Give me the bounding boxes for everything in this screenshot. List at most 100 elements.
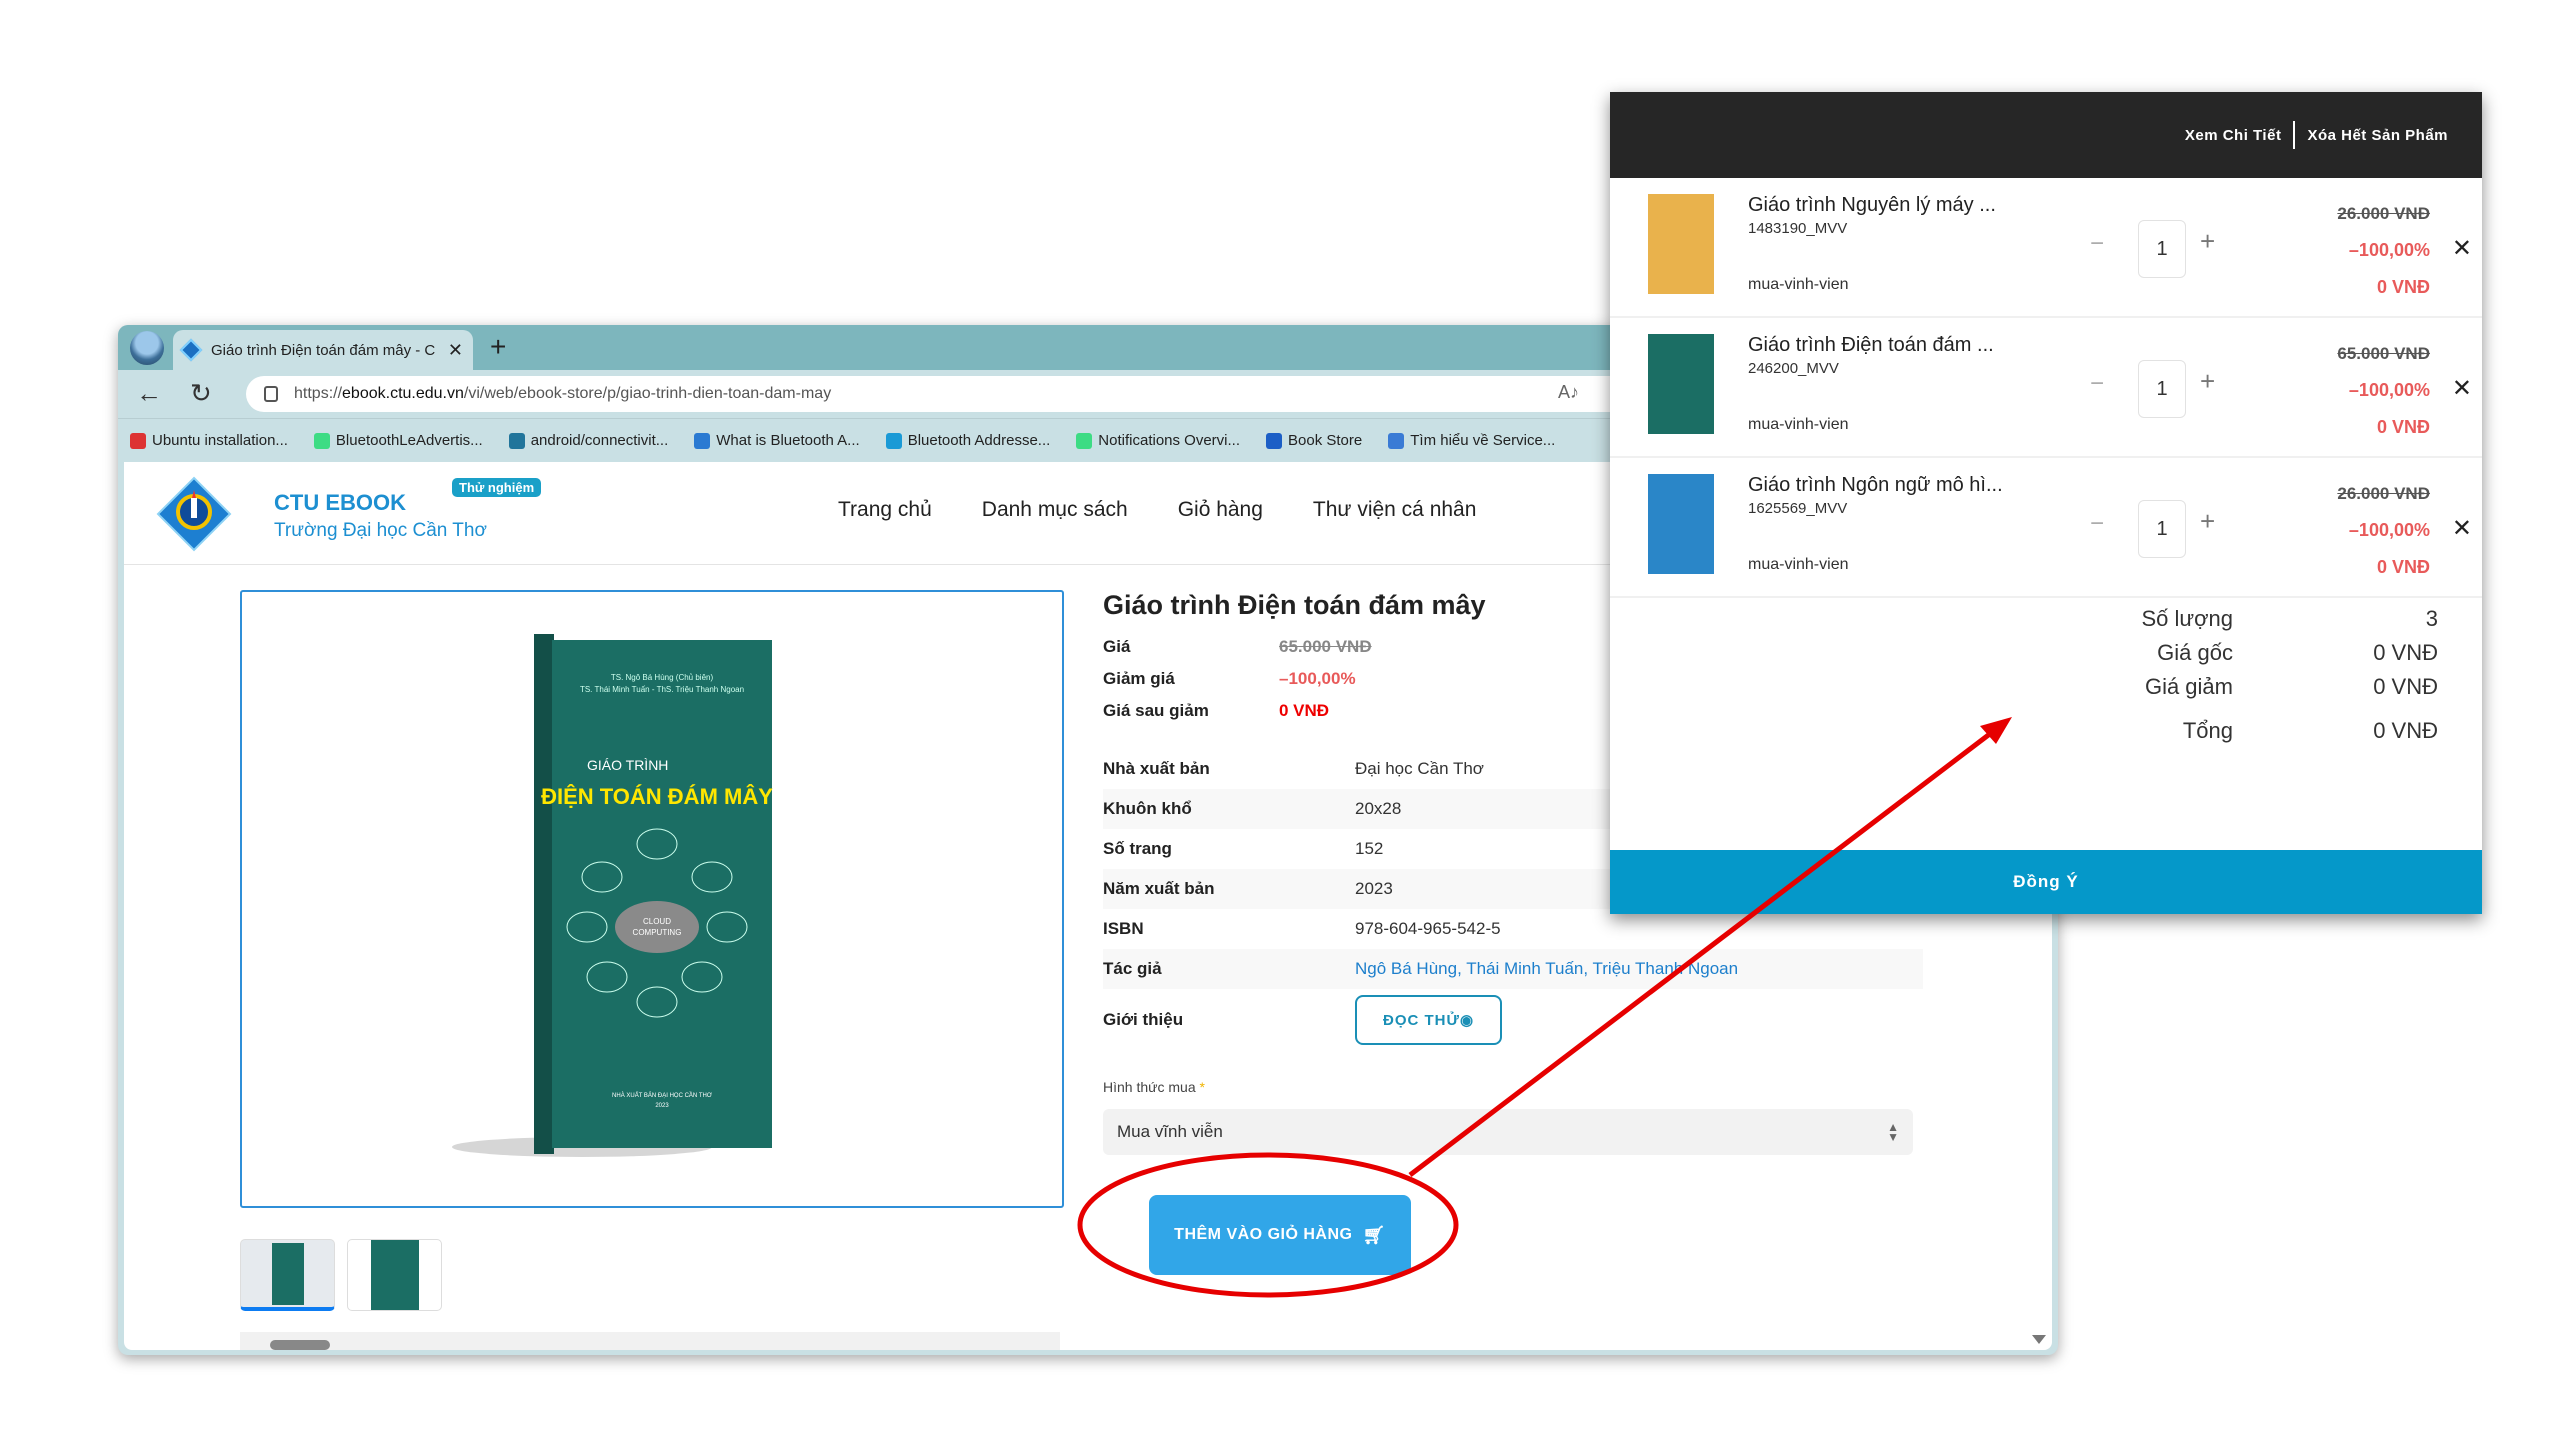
- tab-title: Giáo trình Điện toán đám mây - C: [211, 341, 436, 359]
- svg-text:COMPUTING: COMPUTING: [633, 928, 682, 937]
- bookmark-item[interactable]: Notifications Overvi...: [1076, 432, 1240, 449]
- price-label: Giá: [1103, 637, 1131, 656]
- book-cover-image: TS. Ngô Bá Hùng (Chủ biên) TS. Thái Minh…: [452, 634, 773, 1157]
- decrease-qty-button[interactable]: −: [2090, 370, 2104, 398]
- nav-cart[interactable]: Giỏ hàng: [1178, 498, 1263, 522]
- remove-item-icon[interactable]: ✕: [2452, 234, 2472, 263]
- bookmark-item[interactable]: What is Bluetooth A...: [694, 432, 860, 449]
- brand[interactable]: CTU EBOOK Trường Đại học Cần Thơ: [274, 490, 487, 542]
- bookmark-label: Notifications Overvi...: [1098, 432, 1241, 449]
- quantity-input[interactable]: 1: [2138, 360, 2186, 418]
- bookmark-label: What is Bluetooth A...: [716, 432, 860, 449]
- selected-option: Mua vĩnh viễn: [1117, 1122, 1223, 1141]
- summary-key: Số lượng: [2141, 606, 2233, 631]
- author-link[interactable]: Ngô Bá Hùng, Thái Minh Tuấn, Triệu Thanh…: [1355, 959, 1738, 979]
- clear-all-link[interactable]: Xóa Hết Sản Phẩm: [2307, 127, 2448, 144]
- novelbits-icon: [885, 432, 902, 449]
- remove-item-icon[interactable]: ✕: [2452, 514, 2472, 543]
- spec-key: Số trang: [1103, 839, 1172, 858]
- summary-key: Giá gốc: [2157, 640, 2233, 665]
- increase-qty-button[interactable]: +: [2200, 366, 2215, 397]
- cover-authors-2: TS. Thái Minh Tuấn - ThS. Triệu Thanh Ng…: [580, 685, 744, 694]
- horizontal-scrollbar[interactable]: [240, 1332, 1060, 1350]
- quantity-input[interactable]: 1: [2138, 220, 2186, 278]
- cart-item-name[interactable]: Giáo trình Điện toán đám ...: [1748, 334, 1994, 357]
- spec-key: Nhà xuất bản: [1103, 759, 1210, 778]
- add-to-cart-button[interactable]: THÊM VÀO GIỎ HÀNG 🛒︎: [1149, 1195, 1411, 1275]
- cart-item-name[interactable]: Giáo trình Nguyên lý máy ...: [1748, 194, 1996, 217]
- bookmark-item[interactable]: android/connectivit...: [508, 432, 669, 449]
- summary-row: Số lượng 3: [2043, 606, 2438, 632]
- bookmark-item[interactable]: Bluetooth Addresse...: [885, 432, 1051, 449]
- spec-value: 978-604-965-542-5: [1355, 919, 1501, 938]
- back-arrow-icon[interactable]: ←: [136, 378, 162, 409]
- url-prefix: https://: [294, 385, 343, 402]
- bookmark-item[interactable]: Tìm hiểu về Service...: [1388, 432, 1555, 449]
- cart-item: Giáo trình Điện toán đám ... 246200_MVV …: [1610, 318, 2482, 458]
- bookmark-label: android/connectivit...: [530, 432, 669, 449]
- profile-avatar[interactable]: [130, 331, 164, 365]
- remove-item-icon[interactable]: ✕: [2452, 374, 2472, 403]
- read-sample-button[interactable]: ĐỌC THỬ◉: [1355, 995, 1503, 1045]
- confirm-button[interactable]: Đồng Ý: [1610, 850, 2482, 914]
- cart-item-cover[interactable]: [1648, 194, 1714, 294]
- cart-header: Xem Chi Tiết Xóa Hết Sản Phẩm: [1610, 92, 2482, 178]
- ctu-logo-icon[interactable]: [156, 476, 232, 552]
- spec-key: ISBN: [1103, 919, 1144, 938]
- cover-series: GIÁO TRÌNH: [587, 757, 668, 773]
- thumbnail-front[interactable]: [240, 1239, 335, 1311]
- bookmark-item[interactable]: Ubuntu installation...: [130, 432, 288, 449]
- purchase-type-label: Hình thức mua *: [1103, 1079, 1923, 1095]
- bookmark-label: Bluetooth Addresse...: [907, 432, 1051, 449]
- thumbnail-back[interactable]: [347, 1239, 442, 1311]
- v-icon: [1388, 432, 1405, 449]
- cover-year: 2023: [655, 1103, 669, 1109]
- cart-item-sku: 246200_MVV: [1748, 360, 1839, 377]
- product-image-frame[interactable]: TS. Ngô Bá Hùng (Chủ biên) TS. Thái Minh…: [240, 590, 1064, 1208]
- cart-item-name[interactable]: Giáo trình Ngôn ngữ mô hì...: [1748, 474, 2003, 497]
- cart-item-cover[interactable]: [1648, 334, 1714, 434]
- quantity-input[interactable]: 1: [2138, 500, 2186, 558]
- view-details-link[interactable]: Xem Chi Tiết: [2185, 127, 2282, 144]
- increase-qty-button[interactable]: +: [2200, 226, 2215, 257]
- decrease-qty-button[interactable]: −: [2090, 510, 2104, 538]
- main-nav: Trang chủ Danh mục sách Giỏ hàng Thư việ…: [838, 498, 1476, 522]
- bookmark-item[interactable]: Book Store: [1266, 432, 1362, 449]
- new-tab-button[interactable]: +: [490, 331, 506, 363]
- bookmark-label: Book Store: [1288, 432, 1363, 449]
- close-tab-icon[interactable]: ✕: [448, 340, 463, 361]
- required-marker: *: [1199, 1079, 1205, 1095]
- browser-tab[interactable]: Giáo trình Điện toán đám mây - C ✕: [173, 330, 473, 370]
- scroll-down-arrow-icon[interactable]: [2032, 1335, 2046, 1344]
- scrollbar-thumb[interactable]: [270, 1340, 330, 1350]
- nav-library[interactable]: Thư viện cá nhân: [1313, 498, 1477, 522]
- reload-icon[interactable]: ↻: [190, 378, 212, 409]
- increase-qty-button[interactable]: +: [2200, 506, 2215, 537]
- nav-home[interactable]: Trang chủ: [838, 498, 932, 522]
- summary-key: Tổng: [2182, 718, 2233, 743]
- spec-key: Năm xuất bản: [1103, 879, 1215, 898]
- purchase-type-select[interactable]: Mua vĩnh viễn ▲ ▼: [1103, 1109, 1913, 1155]
- cart-popup: Xem Chi Tiết Xóa Hết Sản Phẩm Giáo trình…: [1610, 92, 2482, 914]
- android-icon: [313, 432, 330, 449]
- wordpress-icon: [508, 432, 525, 449]
- url-bar[interactable]: https://ebook.ctu.edu.vn/vi/web/ebook-st…: [246, 376, 1646, 412]
- brand-subtitle: Trường Đại học Cần Thơ: [274, 520, 487, 541]
- spec-row: Giới thiệu ĐỌC THỬ◉: [1103, 989, 1923, 1051]
- cart-item-discount: –100,00%: [2348, 380, 2430, 400]
- ubuntu-icon: [130, 432, 146, 449]
- read-aloud-icon[interactable]: A♪: [1558, 382, 1579, 403]
- final-price: 0 VNĐ: [1279, 701, 1330, 720]
- svg-text:CLOUD: CLOUD: [643, 917, 671, 926]
- url-host: ebook.ctu.edu.vn: [342, 385, 464, 402]
- summary-row: Giá gốc 0 VNĐ: [2043, 640, 2438, 666]
- cart-icon: 🛒︎: [1362, 1224, 1386, 1245]
- cart-item-final-price: 0 VNĐ: [2376, 417, 2430, 437]
- decrease-qty-button[interactable]: −: [2090, 230, 2104, 258]
- cart-item-cover[interactable]: [1648, 474, 1714, 574]
- intro-label: Giới thiệu: [1103, 1010, 1184, 1029]
- nav-categories[interactable]: Danh mục sách: [982, 498, 1128, 522]
- bookmark-item[interactable]: BluetoothLeAdvertis...: [313, 432, 483, 449]
- read-sample-label: ĐỌC THỬ: [1383, 1012, 1460, 1029]
- summary-value: 0 VNĐ: [2373, 674, 2438, 699]
